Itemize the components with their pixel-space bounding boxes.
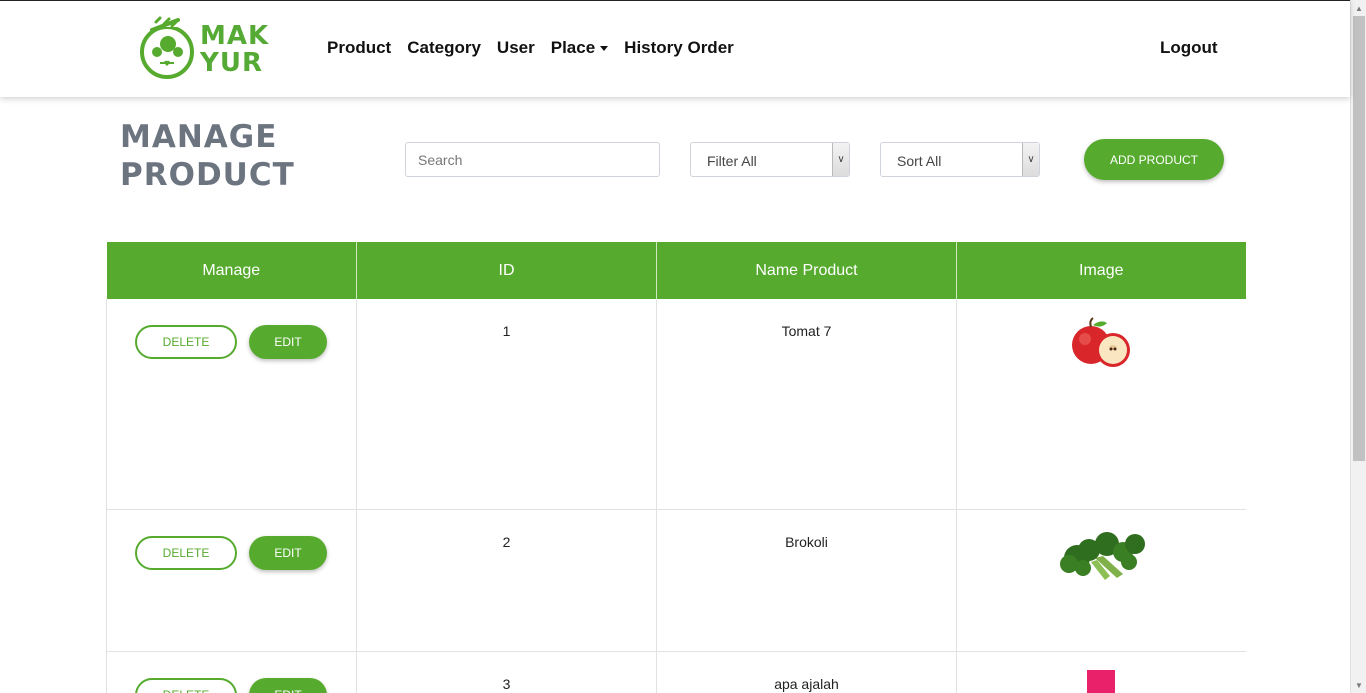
edit-button[interactable]: EDIT (249, 677, 327, 693)
pink-square-image (1087, 669, 1116, 693)
table-header-row: Manage ID Name Product Image (106, 242, 1246, 299)
id-cell: 2 (356, 509, 657, 652)
makyur-logo[interactable]: MAK YUR (138, 16, 273, 84)
scroll-down-arrow-icon[interactable]: ▼ (1351, 677, 1366, 693)
manage-cell: DELETE EDIT (106, 651, 357, 693)
id-cell: 3 (356, 651, 657, 693)
image-cell (956, 651, 1246, 693)
column-header-image: Image (956, 242, 1246, 299)
manage-cell: DELETE EDIT (106, 509, 357, 652)
filter-select[interactable]: Filter All ∨ (690, 142, 850, 177)
add-product-button[interactable]: ADD PRODUCT (1084, 139, 1224, 180)
nav-item-history-order[interactable]: History Order (624, 38, 734, 58)
page-title-line2: PRODUCT (120, 157, 295, 193)
search-input[interactable] (405, 142, 660, 177)
page-title-line1: MANAGE (120, 119, 278, 155)
table-row: DELETE EDIT 3 apa ajalah (106, 651, 1246, 693)
delete-button[interactable]: DELETE (135, 677, 237, 693)
sort-select[interactable]: Sort All ∨ (880, 142, 1040, 177)
broccoli-image (1060, 531, 1146, 580)
id-cell: 1 (356, 299, 657, 510)
nav-menu: Product Category User Place History Orde… (327, 38, 734, 58)
logo-text-line2: YUR (200, 48, 263, 78)
edit-button[interactable]: EDIT (249, 325, 327, 359)
page-title: MANAGE PRODUCT (120, 118, 340, 194)
logo-text-line1: MAK (200, 21, 270, 51)
nav-item-user[interactable]: User (497, 38, 535, 58)
sort-select-value: Sort All (897, 153, 942, 169)
column-header-manage: Manage (106, 242, 357, 299)
scroll-up-arrow-icon[interactable]: ▲ (1351, 0, 1366, 16)
column-header-name-product: Name Product (656, 242, 957, 299)
delete-button[interactable]: DELETE (135, 325, 237, 359)
name-cell: Tomat 7 (656, 299, 957, 510)
table-row: DELETE EDIT 1 Tomat 7 (106, 299, 1246, 510)
image-cell (956, 299, 1246, 510)
logo-emblem-icon (140, 16, 194, 79)
edit-button[interactable]: EDIT (249, 535, 327, 570)
chevron-down-icon: ∨ (1022, 143, 1039, 176)
column-header-id: ID (356, 242, 657, 299)
filter-select-value: Filter All (707, 153, 757, 169)
apple-image (1072, 317, 1131, 367)
scrollbar-thumb[interactable] (1353, 16, 1365, 461)
nav-item-product[interactable]: Product (327, 38, 391, 58)
manage-cell: DELETE EDIT (106, 299, 357, 510)
product-table: Manage ID Name Product Image DELETE EDIT… (106, 242, 1246, 693)
table-row: DELETE EDIT 2 Brokoli (106, 509, 1246, 652)
name-cell: apa ajalah (656, 651, 957, 693)
nav-item-place-label: Place (550, 38, 596, 57)
logout-link[interactable]: Logout (1160, 38, 1218, 58)
chevron-down-icon: ∨ (832, 143, 849, 176)
name-cell: Brokoli (656, 509, 957, 652)
caret-down-icon (600, 45, 609, 51)
vertical-scrollbar[interactable]: ▲ ▼ (1350, 0, 1366, 693)
delete-button[interactable]: DELETE (135, 535, 237, 570)
nav-item-category[interactable]: Category (407, 38, 481, 58)
top-navbar: MAK YUR Product Category User Place Hist… (0, 0, 1350, 97)
image-cell (956, 509, 1246, 652)
nav-item-place[interactable]: Place (550, 38, 609, 58)
